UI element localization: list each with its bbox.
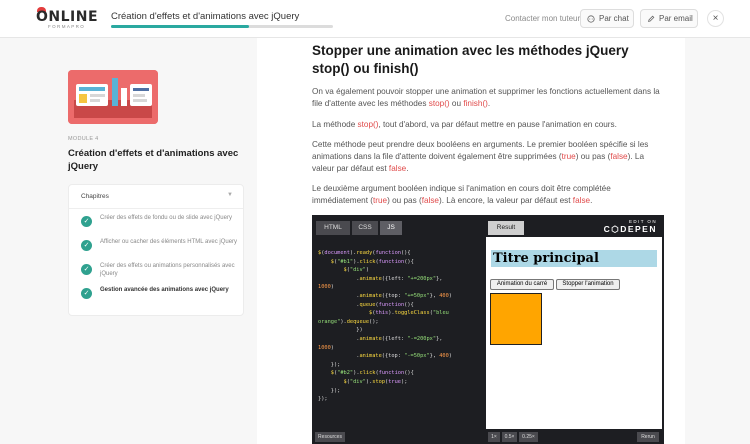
chapter-label: Gestion avancée des animations avec jQue… [100,287,229,293]
text: La méthode [312,120,358,129]
tab-html[interactable]: HTML [316,221,350,235]
paragraph: On va également pouvoir stopper une anim… [312,86,667,110]
chapter-label: Afficher ou cacher des éléments HTML ave… [100,239,238,245]
text: . [406,164,409,173]
text: . [590,196,593,205]
codepen-embed: HTML CSS JS Result EDIT ON C⬡DEPEN $(doc… [312,215,664,444]
text: ou [449,99,464,108]
chat-button[interactable]: Par chat [580,9,634,28]
text: ) ou pas ( [387,196,422,205]
close-button[interactable]: × [707,10,724,27]
chapter-item[interactable]: ✓ Créer des effets de fondu ou de slide … [81,215,241,235]
logo-subtitle: FORMAPRO [48,24,86,29]
email-button-label: Par email [659,14,693,23]
chapter-item[interactable]: ✓ Afficher ou cacher des éléments HTML a… [81,239,241,259]
text: ). Là encore, la valeur par défaut est [438,196,573,205]
code-keyword: true [561,152,576,161]
contact-tutor-label: Contacter mon tuteur : [505,14,585,23]
course-title: Création d'effets et d'animations avec j… [111,11,300,22]
codepen-result-bar: Result EDIT ON C⬡DEPEN [484,215,664,237]
course-progress-bar [111,25,333,28]
paragraph: Le deuxième argument booléen indique si … [312,183,667,207]
section-heading: Stopper une animation avec les méthodes … [312,43,629,76]
edit-on-codepen-link[interactable]: EDIT ON C⬡DEPEN [604,219,657,235]
check-icon: ✓ [81,288,92,299]
chapter-label: Créer des effets de fondu ou de slide av… [100,215,232,221]
check-icon: ✓ [81,240,92,251]
code-keyword: stop() [357,120,379,129]
stop-animation-button[interactable]: Stopper l'animation [556,279,620,290]
code-keyword: false [572,196,591,205]
codepen-tabbar: HTML CSS JS [312,215,484,237]
animated-square [490,293,542,345]
module-title: Création d'effets et d'animations avec j… [68,148,239,172]
code-keyword: finish() [463,99,488,108]
paragraph: La méthode stop(), tout d'abord, va par … [312,119,667,131]
text: . [487,99,491,108]
animate-square-button[interactable]: Animation du carré [490,279,554,290]
chapters-title[interactable]: Chapitres [81,193,109,200]
code-block: $(document).ready(function(){ $("#b1").c… [318,250,452,403]
resources-button[interactable]: Resources [315,432,345,442]
text: , tout d'abord, va par défaut mettre en … [378,120,617,129]
chat-icon [587,14,595,23]
zoom-quarter-button[interactable]: 0.25× [519,432,538,442]
code-editor[interactable]: $(document).ready(function(){ $("#b1").c… [312,237,484,429]
tab-result[interactable]: Result [488,221,524,235]
tab-js[interactable]: JS [380,221,402,235]
module-label: MODULE 4 [68,136,99,142]
lesson-content: Stopper une animation avec les méthodes … [257,38,685,444]
code-keyword: stop() [428,99,450,108]
top-header: ONLINE FORMAPRO Création d'effets et d'a… [0,0,750,38]
check-icon: ✓ [81,264,92,275]
paragraph: Cette méthode peut prendre deux booléens… [312,139,667,175]
code-keyword: false [421,196,439,205]
tab-css[interactable]: CSS [352,221,378,235]
rerun-button[interactable]: Rerun [637,432,659,442]
chapter-item-active[interactable]: ✓ Gestion avancée des animations avec jQ… [81,287,241,307]
code-keyword: false [610,152,628,161]
check-icon: ✓ [81,216,92,227]
chapter-label: Créer des effets ou animations personnal… [100,263,235,277]
pencil-icon [648,15,655,22]
chevron-down-icon[interactable]: ▼ [227,192,233,198]
code-keyword: true [372,196,388,205]
zoom-half-button[interactable]: 0.5× [502,432,517,442]
codepen-footer: Resources 1× 0.5× 0.25× Rerun [312,429,664,444]
text: ) ou pas ( [575,152,611,161]
divider [69,208,243,209]
result-heading: Titre principal [491,250,657,267]
chapters-panel: Chapitres ▼ ✓ Créer des effets de fondu … [68,184,244,316]
result-preview: Titre principal Animation du carré Stopp… [486,237,662,429]
chat-button-label: Par chat [599,14,629,23]
logo[interactable]: ONLINE FORMAPRO [36,7,99,31]
code-keyword: false [388,164,407,173]
zoom-1x-button[interactable]: 1× [488,432,500,442]
course-illustration [68,70,158,124]
chapter-item[interactable]: ✓ Créer des effets ou animations personn… [81,263,241,283]
codepen-brand: C⬡DEPEN [603,224,657,234]
email-button[interactable]: Par email [640,9,698,28]
logo-word: ONLINE [36,9,99,25]
course-progress-fill [111,25,249,28]
course-thumbnail [68,70,158,124]
